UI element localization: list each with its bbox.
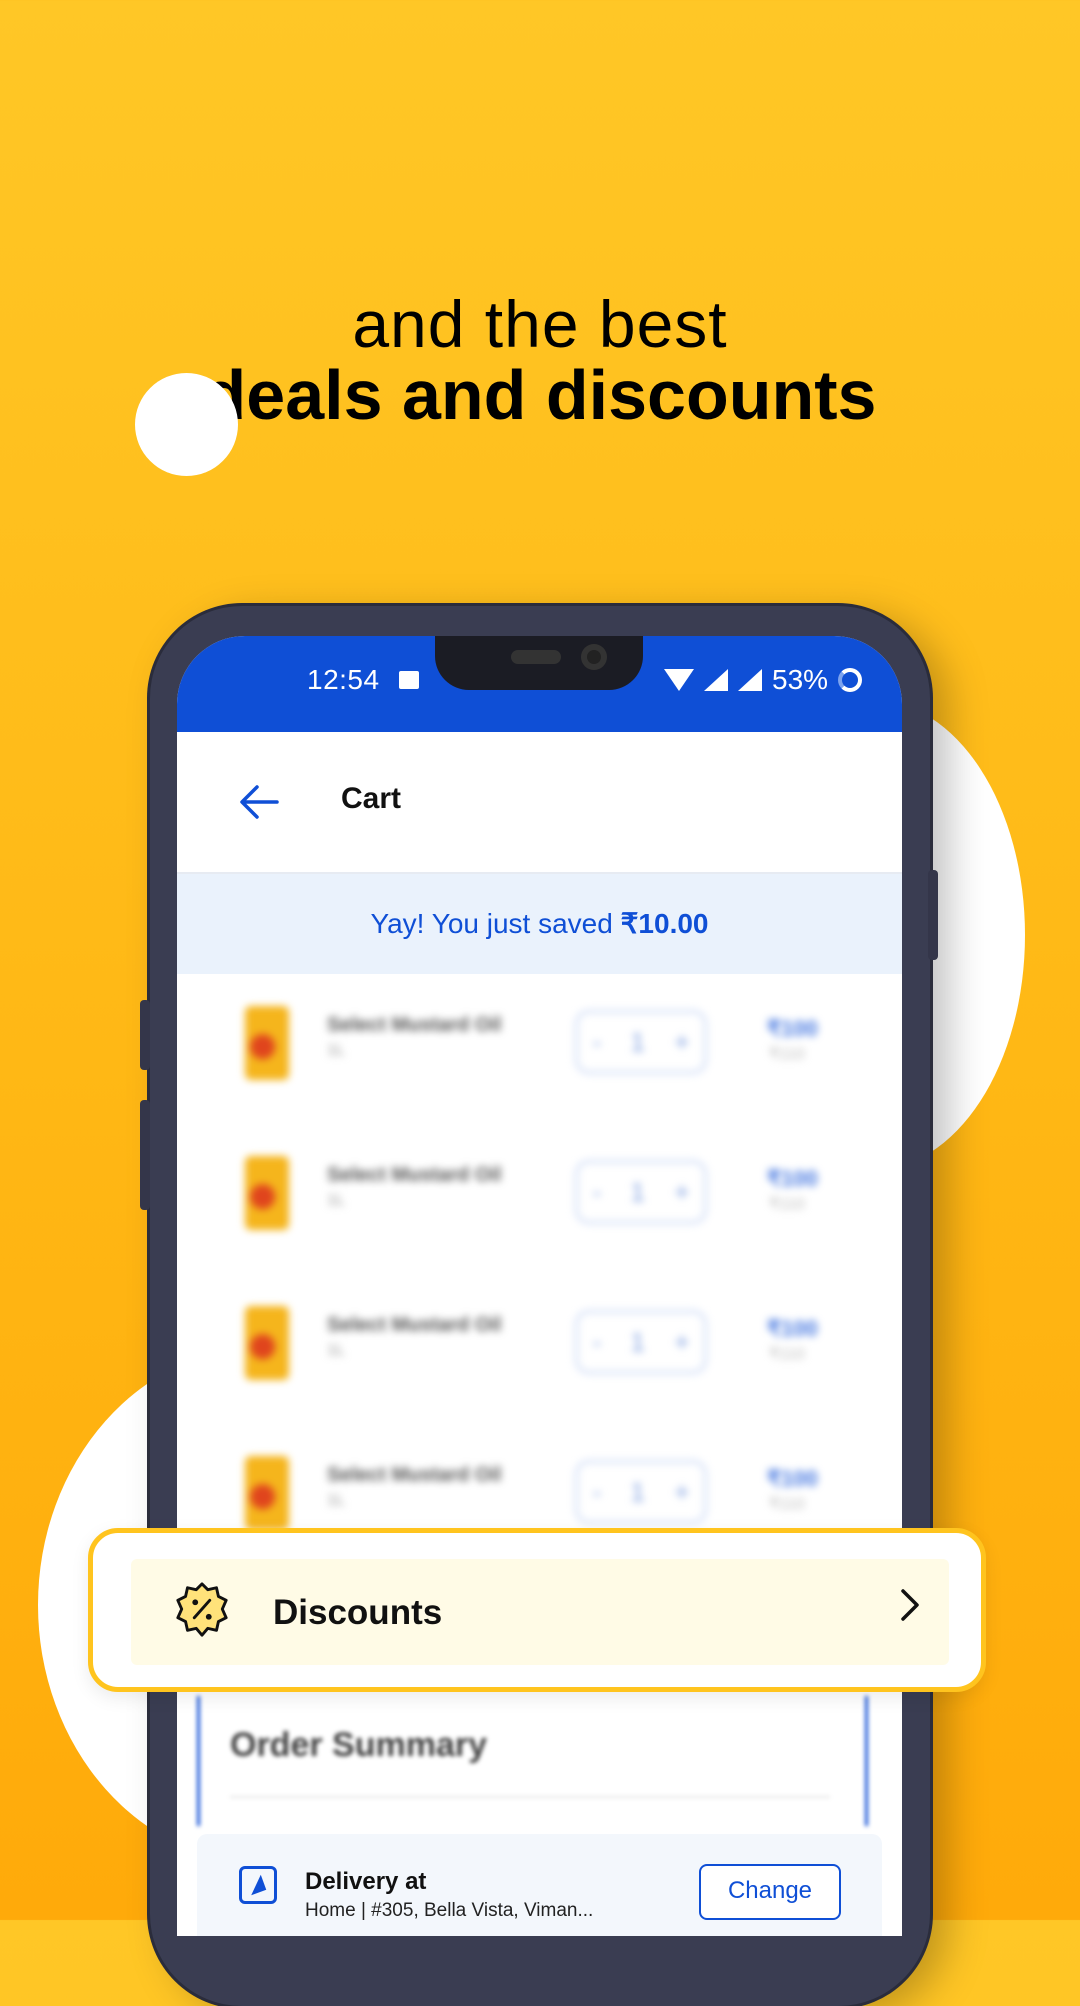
order-summary-card: Order Summary xyxy=(197,1696,868,1826)
savings-text: Yay! You just saved xyxy=(370,908,621,939)
arrow-left-icon[interactable] xyxy=(239,784,279,820)
product-price: ₹100 xyxy=(767,1466,818,1491)
camera-notch xyxy=(435,636,643,690)
product-price: ₹100 xyxy=(767,1316,818,1341)
product-name: Select Mustard Oil xyxy=(327,1314,502,1336)
minus-button[interactable]: - xyxy=(593,1177,602,1208)
product-mrp: ₹110 xyxy=(769,1196,805,1213)
phone-screen: 12:54 53% Cart Yay! You just saved ₹10.0… xyxy=(177,636,902,1936)
page-title: Cart xyxy=(341,782,402,815)
decorative-circle-small xyxy=(135,373,238,476)
plus-button[interactable]: + xyxy=(674,1327,689,1358)
delivery-address: Home | #305, Bella Vista, Viman... xyxy=(305,1900,594,1921)
product-mrp: ₹110 xyxy=(769,1346,805,1363)
product-size: 1L xyxy=(327,1492,345,1509)
product-thumbnail xyxy=(245,1006,289,1080)
phone-side-button xyxy=(140,1100,150,1210)
phone-power-button xyxy=(928,870,938,960)
product-size: 1L xyxy=(327,1342,345,1359)
quantity-value: 1 xyxy=(630,1026,645,1057)
headline-line-1: and the best xyxy=(352,287,728,361)
order-summary-title: Order Summary xyxy=(230,1726,487,1764)
phone-side-button xyxy=(140,1000,150,1070)
divider xyxy=(230,1796,830,1798)
chevron-right-icon xyxy=(901,1589,919,1621)
battery-percent: 53% xyxy=(772,664,829,695)
status-bar: 12:54 53% xyxy=(177,636,902,732)
quantity-stepper[interactable]: - 1 + xyxy=(575,1310,707,1374)
percent-badge-icon xyxy=(176,1582,228,1637)
cart-item[interactable]: Select Mustard Oil 1L - 1 + ₹100 ₹110 xyxy=(177,974,902,1124)
product-size: 1L xyxy=(327,1192,345,1209)
app-bar: Cart xyxy=(177,732,902,874)
cart-item[interactable]: Select Mustard Oil 1L - 1 + ₹100 ₹110 xyxy=(177,1274,902,1424)
product-thumbnail xyxy=(245,1456,289,1530)
product-name: Select Mustard Oil xyxy=(327,1464,502,1486)
delivery-bar: Delivery at Home | #305, Bella Vista, Vi… xyxy=(197,1834,882,1936)
status-right-group: 53% xyxy=(664,664,863,696)
product-name: Select Mustard Oil xyxy=(327,1014,502,1036)
plus-button[interactable]: + xyxy=(674,1177,689,1208)
speaker-grille xyxy=(511,650,561,664)
change-address-button[interactable]: Change xyxy=(699,1864,841,1920)
cart-item[interactable]: Select Mustard Oil 1L - 1 + ₹100 ₹110 xyxy=(177,1124,902,1274)
product-thumbnail xyxy=(245,1156,289,1230)
quantity-value: 1 xyxy=(630,1176,645,1207)
discounts-label: Discounts xyxy=(273,1593,443,1632)
quantity-stepper[interactable]: - 1 + xyxy=(575,1160,707,1224)
product-mrp: ₹110 xyxy=(769,1496,805,1513)
discounts-card[interactable]: Discounts xyxy=(88,1528,986,1692)
product-price: ₹100 xyxy=(767,1016,818,1041)
wifi-icon xyxy=(664,669,694,691)
product-size: 1L xyxy=(327,1042,345,1059)
quantity-stepper[interactable]: - 1 + xyxy=(575,1460,707,1524)
minus-button[interactable]: - xyxy=(593,1327,602,1358)
product-thumbnail xyxy=(245,1306,289,1380)
plus-button[interactable]: + xyxy=(674,1027,689,1058)
signal-r-icon xyxy=(704,669,728,691)
quantity-value: 1 xyxy=(630,1476,645,1507)
status-time: 12:54 xyxy=(307,664,380,695)
location-arrow-icon xyxy=(239,1866,277,1904)
cart-item-list: Select Mustard Oil 1L - 1 + ₹100 ₹110 Se… xyxy=(177,974,902,1574)
battery-ring-icon xyxy=(838,668,863,692)
quantity-stepper[interactable]: - 1 + xyxy=(575,1010,707,1074)
front-camera xyxy=(581,644,607,670)
savings-amount: ₹10.00 xyxy=(620,908,709,939)
plus-button[interactable]: + xyxy=(674,1477,689,1508)
product-price: ₹100 xyxy=(767,1166,818,1191)
savings-banner: Yay! You just saved ₹10.00 xyxy=(177,874,902,974)
discounts-row[interactable]: Discounts xyxy=(131,1559,949,1665)
minus-button[interactable]: - xyxy=(593,1477,602,1508)
image-icon xyxy=(399,671,419,689)
product-name: Select Mustard Oil xyxy=(327,1164,502,1186)
signal-icon xyxy=(738,669,762,691)
minus-button[interactable]: - xyxy=(593,1027,602,1058)
quantity-value: 1 xyxy=(630,1326,645,1357)
product-mrp: ₹110 xyxy=(769,1046,805,1063)
delivery-title: Delivery at xyxy=(305,1868,427,1895)
